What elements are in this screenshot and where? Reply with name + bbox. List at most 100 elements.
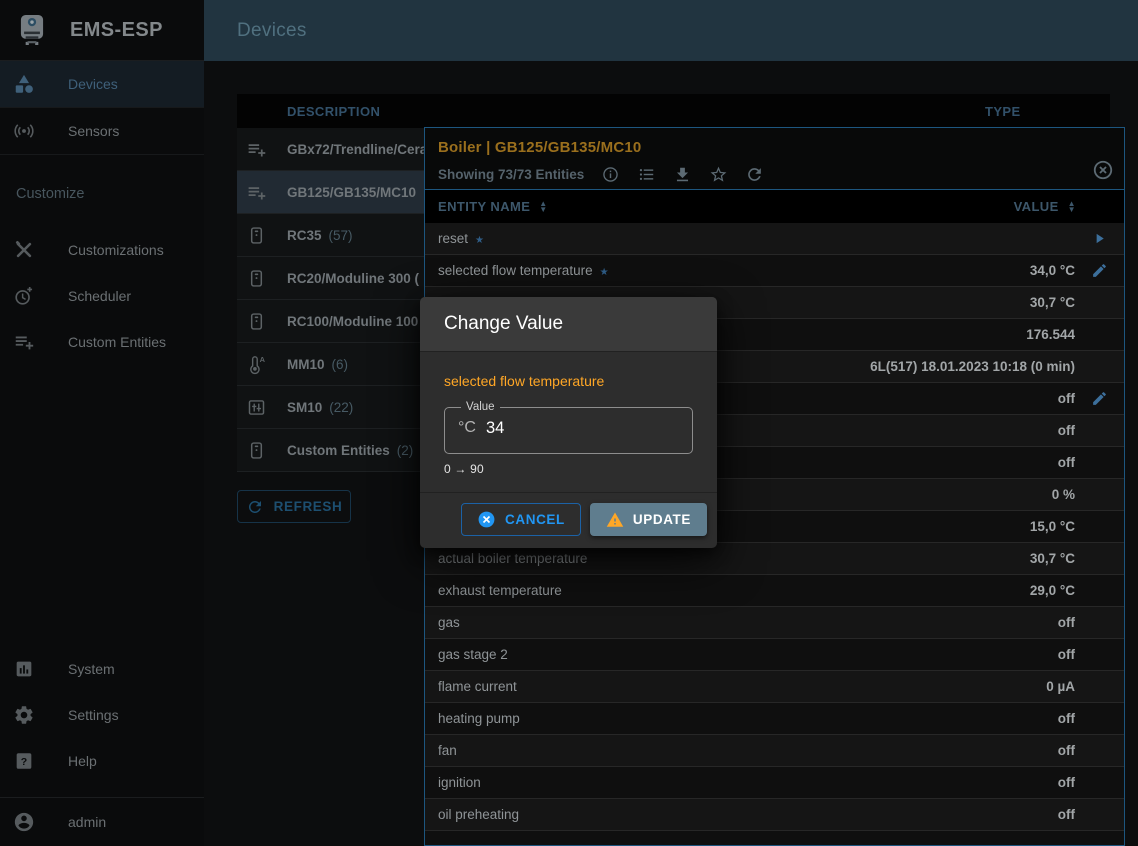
entity-value: 6L(517) 18.01.2023 10:18 (0 min) bbox=[870, 359, 1075, 374]
sidebar-item-label: Sensors bbox=[68, 123, 119, 139]
entity-value: off bbox=[1058, 615, 1075, 630]
entity-name: actual boiler temperature bbox=[438, 551, 587, 566]
thermometer-icon: A bbox=[244, 354, 268, 375]
column-header-entity-name: ENTITY NAME bbox=[438, 199, 530, 214]
modal-footer: CANCEL UPDATE bbox=[420, 492, 717, 548]
device-count: (6) bbox=[332, 357, 349, 372]
sidebar-item-label: Custom Entities bbox=[68, 334, 166, 350]
edit-icon[interactable] bbox=[1075, 262, 1124, 279]
close-icon[interactable] bbox=[1092, 159, 1114, 181]
modal-entity-label: selected flow temperature bbox=[444, 373, 693, 389]
device-count: (2) bbox=[397, 443, 414, 458]
topbar: Devices bbox=[204, 0, 1138, 61]
sensors-icon bbox=[12, 120, 36, 142]
refresh-icon bbox=[246, 498, 264, 516]
sidebar-item-help[interactable]: ? Help bbox=[0, 738, 204, 784]
sidebar-item-custom-entities[interactable]: Custom Entities bbox=[0, 319, 204, 365]
sidebar-nav-customize: Customizations Scheduler Custom Entities bbox=[0, 227, 204, 365]
entity-dialog-header: Boiler | GB125/GB135/MC10 Showing 73/73 … bbox=[425, 128, 1124, 190]
entity-row[interactable]: selected flow temperature★34,0 °C bbox=[425, 255, 1124, 287]
column-header-value: VALUE bbox=[1014, 199, 1059, 214]
edit-icon[interactable] bbox=[1075, 390, 1124, 407]
entity-value: 30,7 °C bbox=[1030, 551, 1075, 566]
sidebar: EMS-ESP Devices Sensors Customize Customi… bbox=[0, 0, 204, 846]
sidebar-section-customize: Customize bbox=[0, 176, 204, 211]
sort-entity-name[interactable]: ENTITY NAME ▲▼ bbox=[438, 199, 548, 214]
module-icon bbox=[244, 311, 268, 332]
entity-name: oil preheating bbox=[438, 807, 519, 822]
device-name: RC35(57) bbox=[287, 228, 353, 243]
cancel-icon bbox=[477, 510, 496, 529]
refresh-label: REFRESH bbox=[274, 499, 343, 514]
entity-value: off bbox=[1058, 743, 1075, 758]
refresh-button[interactable]: REFRESH bbox=[237, 490, 351, 523]
entity-row: oil preheatingoff bbox=[425, 799, 1124, 831]
playlist-add-icon bbox=[12, 331, 36, 353]
change-value-modal: Change Value selected flow temperature V… bbox=[420, 297, 717, 548]
sidebar-item-label: Help bbox=[68, 753, 97, 769]
entity-count-label: Showing 73/73 Entities bbox=[438, 167, 584, 182]
value-field: Value °C bbox=[444, 401, 693, 454]
entity-name: gas stage 2 bbox=[438, 647, 508, 662]
module-icon bbox=[244, 268, 268, 289]
info-icon[interactable] bbox=[601, 165, 620, 184]
sidebar-item-settings[interactable]: Settings bbox=[0, 692, 204, 738]
value-input[interactable] bbox=[486, 419, 606, 438]
sidebar-item-admin[interactable]: admin bbox=[0, 798, 204, 846]
cancel-button[interactable]: CANCEL bbox=[461, 503, 581, 536]
entity-value: off bbox=[1058, 775, 1075, 790]
sidebar-nav-bottom: SystemSettings? Help bbox=[0, 646, 204, 784]
svg-text:?: ? bbox=[21, 756, 27, 768]
star-icon[interactable] bbox=[709, 165, 728, 184]
refresh-icon[interactable] bbox=[745, 165, 764, 184]
devices-table-header: DESCRIPTION TYPE bbox=[237, 94, 1110, 128]
favorite-star-icon: ★ bbox=[475, 235, 484, 246]
play-icon[interactable] bbox=[1075, 230, 1124, 247]
device-name: GBx72/Trendline/Cera bbox=[287, 142, 427, 157]
sidebar-item-label: Devices bbox=[68, 76, 118, 92]
device-name: RC100/Moduline 100 bbox=[287, 314, 418, 329]
entity-dialog-subtitle-row: Showing 73/73 Entities bbox=[438, 165, 1111, 184]
sidebar-item-sensors[interactable]: Sensors bbox=[0, 108, 204, 155]
entity-value: 0 % bbox=[1052, 487, 1075, 502]
page-title: Devices bbox=[237, 20, 307, 42]
sidebar-item-label: Customizations bbox=[68, 242, 164, 258]
sidebar-item-label: Scheduler bbox=[68, 288, 131, 304]
help-icon: ? bbox=[12, 750, 36, 772]
column-header-type: TYPE bbox=[985, 104, 1021, 119]
entity-row: exhaust temperature29,0 °C bbox=[425, 575, 1124, 607]
entity-row: fanoff bbox=[425, 735, 1124, 767]
update-button[interactable]: UPDATE bbox=[590, 503, 707, 536]
solar-icon bbox=[244, 397, 268, 418]
modal-title: Change Value bbox=[420, 297, 717, 352]
entity-name: heating pump bbox=[438, 711, 520, 726]
playlist-add-icon bbox=[244, 182, 268, 203]
cancel-label: CANCEL bbox=[505, 512, 565, 527]
entity-value: off bbox=[1058, 711, 1075, 726]
entity-value: 30,7 °C bbox=[1030, 295, 1075, 310]
playlist-add-icon bbox=[244, 139, 268, 160]
sidebar-nav-main: Devices Sensors bbox=[0, 61, 204, 155]
sidebar-item-customizations[interactable]: Customizations bbox=[0, 227, 204, 273]
list-icon[interactable] bbox=[637, 165, 656, 184]
entity-row: ignitionoff bbox=[425, 767, 1124, 799]
entity-name: gas bbox=[438, 615, 460, 630]
device-name: GB125/GB135/MC10 bbox=[287, 185, 416, 200]
update-label: UPDATE bbox=[633, 512, 691, 527]
entity-dialog-title: Boiler | GB125/GB135/MC10 bbox=[438, 139, 1111, 156]
value-field-label: Value bbox=[461, 401, 500, 413]
warning-icon bbox=[606, 511, 624, 529]
sidebar-item-system[interactable]: System bbox=[0, 646, 204, 692]
download-icon[interactable] bbox=[673, 165, 692, 184]
app-logo-row: EMS-ESP bbox=[0, 0, 204, 61]
entity-name: reset★ bbox=[438, 231, 484, 246]
sidebar-item-devices[interactable]: Devices bbox=[0, 61, 204, 108]
entity-row[interactable]: reset★ bbox=[425, 223, 1124, 255]
construction-icon bbox=[12, 239, 36, 261]
gear-icon bbox=[12, 704, 36, 726]
device-count: (22) bbox=[329, 400, 353, 415]
sidebar-item-scheduler[interactable]: Scheduler bbox=[0, 273, 204, 319]
sort-value[interactable]: VALUE ▲▼ bbox=[1014, 199, 1076, 214]
entity-value: 29,0 °C bbox=[1030, 583, 1075, 598]
more-time-icon bbox=[12, 285, 36, 307]
